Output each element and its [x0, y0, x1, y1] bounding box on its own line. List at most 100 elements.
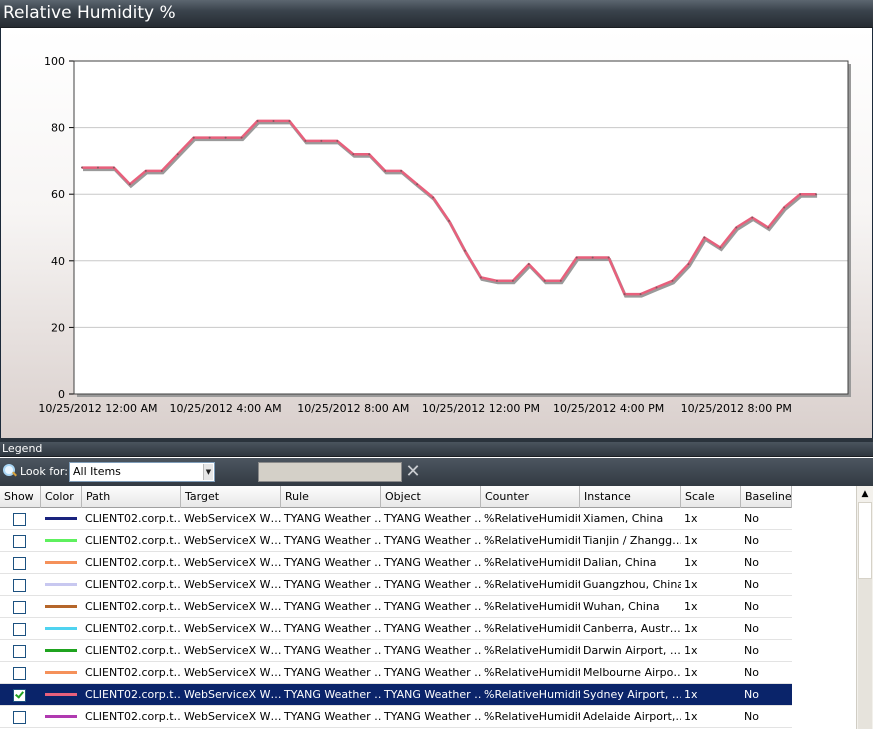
scroll-track[interactable] — [858, 579, 872, 729]
color-swatch — [45, 561, 77, 564]
show-checkbox[interactable] — [13, 645, 26, 658]
color-swatch — [45, 693, 77, 696]
cell-path: CLIENT02.corp.t… — [85, 600, 181, 613]
show-checkbox[interactable] — [13, 579, 26, 592]
table-row[interactable]: CLIENT02.corp.t… WebServiceX W… TYANG Weat… — [0, 684, 792, 706]
scroll-up-icon[interactable]: ▲ — [857, 486, 873, 502]
cell-path: CLIENT02.corp.t… — [85, 556, 181, 569]
column-header-rule[interactable]: Rule — [281, 486, 381, 508]
look-for-select[interactable]: All Items ▼ — [69, 462, 215, 482]
search-input[interactable] — [258, 462, 402, 482]
color-swatch — [45, 605, 77, 608]
column-header-scale[interactable]: Scale — [681, 486, 741, 508]
cell-target: WebServiceX W… — [184, 556, 281, 569]
table-row[interactable]: CLIENT02.corp.t… WebServiceX W… TYANG Weat… — [0, 618, 792, 640]
cell-scale: 1x — [684, 710, 698, 723]
data-point — [575, 256, 578, 259]
legend-scrollbar[interactable]: ▲ — [856, 486, 873, 729]
column-header-counter[interactable]: Counter — [481, 486, 580, 508]
cell-scale: 1x — [684, 666, 698, 679]
x-tick-label: 10/25/2012 8:00 AM — [297, 402, 409, 415]
chevron-down-icon[interactable]: ▼ — [203, 464, 213, 480]
table-row[interactable]: CLIENT02.corp.t… WebServiceX W… TYANG Weat… — [0, 596, 792, 618]
show-checkbox[interactable] — [13, 689, 26, 702]
show-checkbox[interactable] — [13, 513, 26, 526]
cell-counter: %RelativeHumidity — [484, 600, 580, 613]
cell-target: WebServiceX W… — [184, 534, 281, 547]
table-row[interactable]: CLIENT02.corp.t… WebServiceX W… TYANG Weat… — [0, 552, 792, 574]
data-point — [96, 166, 99, 169]
performance-view: { "window": { "title": "Relative Humidit… — [0, 0, 873, 729]
data-point — [511, 279, 514, 282]
cell-rule: TYANG Weather … — [284, 710, 381, 723]
color-swatch — [45, 583, 77, 586]
search-icon — [3, 464, 17, 478]
column-header-color[interactable]: Color — [41, 486, 82, 508]
show-checkbox[interactable] — [13, 667, 26, 680]
column-header-object[interactable]: Object — [381, 486, 481, 508]
data-point — [176, 153, 179, 156]
cell-counter: %RelativeHumidity — [484, 534, 580, 547]
x-tick-label: 10/25/2012 8:00 PM — [681, 402, 792, 415]
table-row[interactable]: CLIENT02.corp.t… WebServiceX W… TYANG Weat… — [0, 508, 792, 530]
data-point — [368, 153, 371, 156]
y-tick-label: 60 — [51, 188, 65, 201]
show-checkbox[interactable] — [13, 535, 26, 548]
data-point — [128, 183, 131, 186]
cell-path: CLIENT02.corp.t… — [85, 578, 181, 591]
checkmark-icon — [15, 689, 24, 699]
show-checkbox[interactable] — [13, 557, 26, 570]
data-point — [527, 263, 530, 266]
show-checkbox[interactable] — [13, 601, 26, 614]
cell-baseline: No — [744, 600, 759, 613]
cell-instance: Guangzhou, China — [583, 578, 681, 591]
y-tick-label: 40 — [51, 255, 65, 268]
y-tick-label: 0 — [58, 388, 65, 401]
cell-instance: Sydney Airport, … — [583, 688, 681, 701]
cell-path: CLIENT02.corp.t… — [85, 688, 181, 701]
data-point — [719, 246, 722, 249]
cell-instance: Tianjin / Zhangg… — [583, 534, 681, 547]
cell-object: TYANG Weather … — [384, 622, 481, 635]
cell-counter: %RelativeHumidity — [484, 666, 580, 679]
data-point — [224, 136, 227, 139]
clear-search-icon[interactable]: ✕ — [403, 462, 423, 482]
cell-target: WebServiceX W… — [184, 688, 281, 701]
cell-scale: 1x — [684, 600, 698, 613]
data-point — [432, 196, 435, 199]
column-header-path[interactable]: Path — [82, 486, 181, 508]
cell-target: WebServiceX W… — [184, 644, 281, 657]
column-header-baseline[interactable]: Baseline — [741, 486, 792, 508]
humidity-line-chart: 0 20 40 60 80 100 10/25/2012 12:00 AM 10/25/201… — [38, 55, 851, 415]
table-row[interactable]: CLIENT02.corp.t… WebServiceX W… TYANG Weat… — [0, 530, 792, 552]
data-point — [416, 183, 419, 186]
table-row[interactable]: CLIENT02.corp.t… WebServiceX W… TYANG Weat… — [0, 662, 792, 684]
color-swatch — [45, 671, 77, 674]
data-point — [559, 279, 562, 282]
cell-scale: 1x — [684, 622, 698, 635]
cell-counter: %RelativeHumidity — [484, 688, 580, 701]
data-point — [543, 279, 546, 282]
cell-target: WebServiceX W… — [184, 710, 281, 723]
show-checkbox[interactable] — [13, 711, 26, 724]
chart-area: 0 20 40 60 80 100 10/25/2012 12:00 AM 10/25/201… — [0, 28, 873, 438]
show-checkbox[interactable] — [13, 623, 26, 636]
data-point — [687, 263, 690, 266]
data-point — [336, 139, 339, 142]
table-row[interactable]: CLIENT02.corp.t… WebServiceX W… TYANG Weat… — [0, 640, 792, 662]
cell-object: TYANG Weather … — [384, 710, 481, 723]
cell-object: TYANG Weather … — [384, 556, 481, 569]
scroll-thumb[interactable] — [858, 502, 872, 579]
data-point — [288, 119, 291, 122]
column-header-target[interactable]: Target — [181, 486, 281, 508]
cell-rule: TYANG Weather … — [284, 578, 381, 591]
column-header-show[interactable]: Show — [0, 486, 41, 508]
legend-grid-header: Show Color Path Target Rule Object Counter Inst… — [0, 486, 792, 508]
data-point — [463, 249, 466, 252]
cell-counter: %RelativeHumidity — [484, 556, 580, 569]
table-row[interactable]: CLIENT02.corp.t… WebServiceX W… TYANG Weat… — [0, 706, 792, 728]
column-header-instance[interactable]: Instance — [580, 486, 681, 508]
x-tick-label: 10/25/2012 4:00 PM — [553, 402, 664, 415]
cell-baseline: No — [744, 578, 759, 591]
table-row[interactable]: CLIENT02.corp.t… WebServiceX W… TYANG Weat… — [0, 574, 792, 596]
